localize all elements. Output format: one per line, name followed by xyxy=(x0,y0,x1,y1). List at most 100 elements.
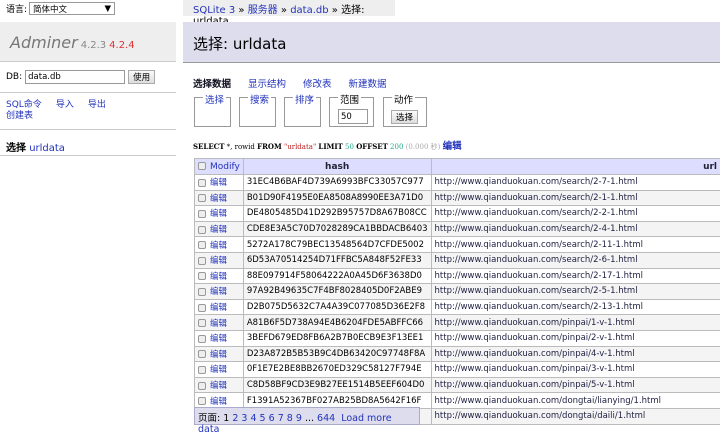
edit-row-link[interactable]: 编辑 xyxy=(210,303,227,313)
row-select-cell: 编辑 xyxy=(195,268,244,284)
query-time: (0.000 秒) xyxy=(403,143,440,151)
page-link-last[interactable]: 644 xyxy=(317,413,335,424)
page-link[interactable]: 9 xyxy=(296,413,302,424)
edit-row-link[interactable]: 编辑 xyxy=(210,319,227,329)
row-select-cell: 编辑 xyxy=(195,237,244,253)
row-select-cell: 编辑 xyxy=(195,284,244,300)
select-legend[interactable]: 选择 xyxy=(203,92,226,106)
export-link[interactable]: 导出 xyxy=(88,100,106,110)
table-row: 编辑 88E097914F58064222A0A45D6F3638D0 http… xyxy=(195,268,720,284)
edit-row-link[interactable]: 编辑 xyxy=(210,209,227,219)
row-checkbox[interactable] xyxy=(198,257,206,265)
edit-row-link[interactable]: 编辑 xyxy=(210,241,227,251)
edit-row-link[interactable]: 编辑 xyxy=(210,365,227,375)
row-checkbox[interactable] xyxy=(198,226,206,234)
new-version-link[interactable]: 4.2.4 xyxy=(109,40,134,51)
db-input[interactable]: data.db xyxy=(25,70,125,84)
breadcrumb-db[interactable]: data.db xyxy=(290,5,328,16)
edit-row-link[interactable]: 编辑 xyxy=(210,334,227,344)
sql-text: *, rowid xyxy=(224,143,257,151)
edit-row-link[interactable]: 编辑 xyxy=(210,194,227,204)
limit-input[interactable]: 50 xyxy=(338,109,368,124)
page-link[interactable]: 3 xyxy=(241,413,247,424)
hash-cell: CDE8E3A5C70D7028289CA1BBDACB6403 xyxy=(243,221,431,237)
hash-cell: 0F1E7E2BE8BB2670ED329C58127F794E xyxy=(243,362,431,378)
url-cell: http://www.qianduokuan.com/search/2-6-1.… xyxy=(431,252,720,268)
row-checkbox[interactable] xyxy=(198,288,206,296)
edit-row-link[interactable]: 编辑 xyxy=(210,272,227,282)
row-select-cell: 编辑 xyxy=(195,206,244,222)
edit-row-link[interactable]: 编辑 xyxy=(210,381,227,391)
row-checkbox[interactable] xyxy=(198,272,206,280)
sort-fieldset[interactable]: 排序 xyxy=(284,97,321,127)
url-cell: http://www.qianduokuan.com/search/2-1-1.… xyxy=(431,190,720,206)
page-link[interactable]: 5 xyxy=(260,413,266,424)
row-checkbox[interactable] xyxy=(198,194,206,202)
row-checkbox[interactable] xyxy=(198,335,206,343)
app-header: Adminer4.2.34.2.4 xyxy=(0,22,176,62)
select-button[interactable]: 选择 xyxy=(391,110,418,124)
page-link[interactable]: 6 xyxy=(269,413,275,424)
url-header[interactable]: url xyxy=(431,159,720,175)
version: 4.2.3 xyxy=(81,40,106,51)
tab-select-data[interactable]: 选择数据 xyxy=(193,76,231,90)
row-checkbox[interactable] xyxy=(198,366,206,374)
breadcrumb-sqlite[interactable]: SQLite 3 xyxy=(193,5,235,16)
breadcrumb-server[interactable]: 服务器 xyxy=(248,5,278,16)
table-row: 编辑 97A92B49635C7F4BF8028405D0F2ABE9 http… xyxy=(195,284,720,300)
tab-alter-table[interactable]: 修改表 xyxy=(303,76,332,90)
edit-row-link[interactable]: 编辑 xyxy=(210,225,227,235)
pagination: 页面: 1 2 3 4 5 6 7 8 9 ... 644 Load more … xyxy=(194,407,420,425)
edit-row-link[interactable]: 编辑 xyxy=(210,178,227,188)
create-table-link[interactable]: 创建表 xyxy=(6,111,33,121)
search-legend[interactable]: 搜索 xyxy=(248,92,271,106)
edit-row-link[interactable]: 编辑 xyxy=(210,350,227,360)
url-cell: http://www.qianduokuan.com/pinpai/1-v-1.… xyxy=(431,315,720,331)
limit-fieldset: 范围 50 xyxy=(329,97,374,127)
page-link[interactable]: 4 xyxy=(250,413,256,424)
select-table-link[interactable]: 选择 xyxy=(6,143,26,154)
row-checkbox[interactable] xyxy=(198,210,206,218)
edit-row-link[interactable]: 编辑 xyxy=(210,287,227,297)
hash-cell: 31EC4B6BAF4D739A6993BFC33057C977 xyxy=(243,175,431,191)
import-link[interactable]: 导入 xyxy=(56,100,74,110)
tab-show-structure[interactable]: 显示结构 xyxy=(248,76,286,90)
pagination-ellipsis: ... xyxy=(305,413,314,424)
row-select-cell: 编辑 xyxy=(195,175,244,191)
page-link[interactable]: 2 xyxy=(232,413,238,424)
select-fieldset[interactable]: 选择 xyxy=(194,97,231,127)
select-all-checkbox[interactable] xyxy=(198,162,206,170)
table-link[interactable]: urldata xyxy=(29,143,65,154)
row-checkbox[interactable] xyxy=(198,304,206,312)
table-row: 编辑 B01D90F4195E0EA8508A8990EE3A71D0 http… xyxy=(195,190,720,206)
edit-row-link[interactable]: 编辑 xyxy=(210,256,227,266)
table-tabs: 选择数据 显示结构 修改表 新建数据 xyxy=(193,76,387,90)
language-selector-row: 语言: 简体中文▼ xyxy=(6,2,115,15)
hash-header[interactable]: hash xyxy=(243,159,431,175)
sort-legend[interactable]: 排序 xyxy=(293,92,316,106)
sql-keyword: LIMIT xyxy=(318,142,342,151)
language-select[interactable]: 简体中文▼ xyxy=(29,2,115,15)
url-cell: http://www.qianduokuan.com/search/2-2-1.… xyxy=(431,206,720,222)
search-fieldset[interactable]: 搜索 xyxy=(239,97,276,127)
page-link[interactable]: 7 xyxy=(278,413,284,424)
page-link[interactable]: 8 xyxy=(287,413,293,424)
row-checkbox[interactable] xyxy=(198,319,206,327)
breadcrumb-sep: » xyxy=(332,5,338,16)
row-checkbox[interactable] xyxy=(198,382,206,390)
edit-row-link[interactable]: 编辑 xyxy=(210,397,227,407)
row-checkbox[interactable] xyxy=(198,350,206,358)
modify-header: Modify xyxy=(195,159,244,175)
edit-query-link[interactable]: 编辑 xyxy=(443,141,462,152)
url-cell: http://www.qianduokuan.com/search/2-4-1.… xyxy=(431,221,720,237)
sql-string: "urldata" xyxy=(282,143,319,151)
use-button[interactable]: 使用 xyxy=(128,70,155,84)
hash-cell: 6D53A70514254D71FFBC5A848F52FE33 xyxy=(243,252,431,268)
app-name[interactable]: Adminer xyxy=(10,33,78,52)
tab-new-item[interactable]: 新建数据 xyxy=(349,76,387,90)
row-checkbox[interactable] xyxy=(198,397,206,405)
sql-command-link[interactable]: SQL命令 xyxy=(6,100,42,110)
modify-label[interactable]: Modify xyxy=(210,162,240,172)
row-checkbox[interactable] xyxy=(198,179,206,187)
row-checkbox[interactable] xyxy=(198,241,206,249)
